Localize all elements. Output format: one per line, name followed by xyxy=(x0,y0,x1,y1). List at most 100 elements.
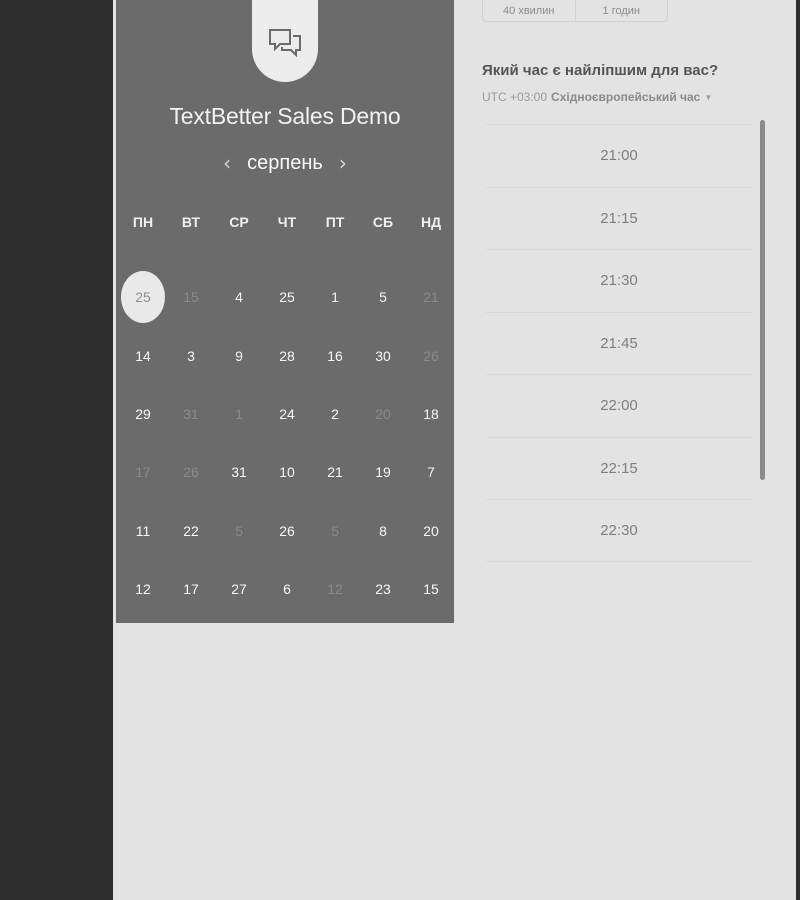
time-slot[interactable]: 22:00 xyxy=(486,374,752,437)
next-month-icon[interactable]: › xyxy=(333,151,353,175)
weekday-label: НД xyxy=(420,214,442,230)
duration-tab-1h[interactable]: 1 годин xyxy=(574,0,668,21)
time-question: Який час є найліпшим для вас? xyxy=(482,62,719,79)
calendar-day-number: 27 xyxy=(231,581,247,598)
calendar-day-number: 3 xyxy=(187,347,195,364)
calendar-day-number: 18 xyxy=(423,405,439,422)
calendar-day[interactable]: 29 xyxy=(119,385,167,443)
time-slot[interactable]: 21:00 xyxy=(486,124,752,187)
calendar-day-number: 31 xyxy=(231,464,247,481)
calendar-day-number: 6 xyxy=(283,581,291,598)
caret-down-icon: ▼ xyxy=(704,92,713,102)
calendar-day: 15 xyxy=(167,268,215,326)
calendar-day[interactable]: 10 xyxy=(263,443,311,501)
calendar-day[interactable]: 4 xyxy=(215,268,263,326)
calendar-day: 21 xyxy=(407,268,455,326)
calendar-day[interactable]: 27 xyxy=(215,560,263,618)
calendar-day[interactable]: 1 xyxy=(311,268,359,326)
calendar-day[interactable]: 12 xyxy=(119,560,167,618)
time-list-scrollbar[interactable] xyxy=(760,120,765,480)
calendar-day-number: 20 xyxy=(375,405,391,422)
calendar-day[interactable]: 5 xyxy=(359,268,407,326)
calendar-day-number: 16 xyxy=(327,347,343,364)
calendar-day-number: 26 xyxy=(423,347,439,364)
time-slot[interactable]: 21:30 xyxy=(486,249,752,312)
calendar-day-number: 12 xyxy=(327,581,343,598)
calendar-day[interactable]: 15 xyxy=(407,560,455,618)
duration-tab-40min[interactable]: 40 хвилин xyxy=(483,0,575,21)
calendar-day[interactable]: 6 xyxy=(263,560,311,618)
timezone-offset: UTC +03:00 xyxy=(482,90,548,104)
calendar-day[interactable]: 19 xyxy=(359,443,407,501)
calendar-day[interactable]: 20 xyxy=(407,502,455,560)
calendar-day: 17 xyxy=(119,443,167,501)
calendar-day: 5 xyxy=(311,502,359,560)
calendar-day[interactable]: 17 xyxy=(167,560,215,618)
calendar-day-number: 21 xyxy=(423,289,439,306)
time-slot[interactable]: 22:15 xyxy=(486,436,752,500)
month-label: серпень xyxy=(247,151,323,174)
weekday-header: ПН ВТ СР ЧТ ПТ СБ НД xyxy=(119,214,455,230)
calendar-day[interactable]: 23 xyxy=(359,560,407,618)
calendar-day: 31 xyxy=(167,385,215,443)
month-navigation: ‹ серпень › xyxy=(116,151,454,175)
calendar-day[interactable]: 3 xyxy=(167,326,215,384)
weekday-label: ВТ xyxy=(181,214,201,230)
timezone-selector[interactable]: UTC +03:00 Східноєвропейський час ▼ xyxy=(482,90,712,104)
calendar-day-number: 29 xyxy=(135,405,151,422)
weekday-label: СБ xyxy=(372,214,394,230)
calendar-day[interactable]: 18 xyxy=(407,385,455,443)
calendar-day-number: 14 xyxy=(135,347,151,364)
prev-month-icon[interactable]: ‹ xyxy=(217,151,237,175)
calendar-day[interactable]: 2 xyxy=(311,385,359,443)
weekday-label: ПТ xyxy=(325,214,345,230)
calendar-day-number: 24 xyxy=(279,405,295,422)
left-dark-strip xyxy=(0,0,113,900)
calendar-day[interactable]: 25 xyxy=(263,268,311,326)
calendar-day-number: 15 xyxy=(423,581,439,598)
calendar-day-number: 11 xyxy=(135,522,151,539)
weekday-label: ПН xyxy=(132,214,154,230)
calendar-day-number: 1 xyxy=(235,405,243,422)
calendar-day[interactable]: 8 xyxy=(359,502,407,560)
calendar-day[interactable]: 21 xyxy=(311,443,359,501)
calendar-day-number: 5 xyxy=(235,522,243,539)
calendar-day: 5 xyxy=(215,502,263,560)
calendar-day[interactable]: 26 xyxy=(263,502,311,560)
calendar-day-number: 17 xyxy=(135,464,151,481)
right-dark-edge xyxy=(796,0,800,900)
weekday-label: ЧТ xyxy=(277,214,297,230)
calendar-day[interactable]: 31 xyxy=(215,443,263,501)
timezone-name: Східноєвропейський час xyxy=(551,90,701,104)
calendar-day: 26 xyxy=(407,326,455,384)
calendar-day-number: 10 xyxy=(279,464,295,481)
time-slot-list: 21:00 21:15 21:30 21:45 22:00 22:15 22:30 xyxy=(486,124,752,562)
scheduler-content: TextBetter Sales Demo ‹ серпень › ПН ВТ СР… xyxy=(113,0,796,900)
calendar-day[interactable]: 16 xyxy=(311,326,359,384)
weekday-label: СР xyxy=(229,214,249,230)
calendar-day[interactable]: 30 xyxy=(359,326,407,384)
calendar-day[interactable]: 7 xyxy=(407,443,455,501)
calendar-day[interactable]: 24 xyxy=(263,385,311,443)
calendar-day-number: 20 xyxy=(423,522,439,539)
calendar-day[interactable]: 14 xyxy=(119,326,167,384)
calendar-day-number: 4 xyxy=(235,289,243,306)
calendar-day-number: 8 xyxy=(379,522,387,539)
calendar-day: 20 xyxy=(359,385,407,443)
calendar-day-selected[interactable]: 25 xyxy=(119,268,167,326)
calendar-day-number: 31 xyxy=(183,405,199,422)
calendar-day[interactable]: 22 xyxy=(167,502,215,560)
calendar-day[interactable]: 28 xyxy=(263,326,311,384)
event-title: TextBetter Sales Demo xyxy=(169,103,401,129)
calendar-day[interactable]: 9 xyxy=(215,326,263,384)
calendar-day-number: 7 xyxy=(427,464,435,481)
calendar-day[interactable]: 11 xyxy=(119,502,167,560)
calendar-day: 1 xyxy=(215,385,263,443)
time-slot[interactable]: 21:45 xyxy=(486,311,752,375)
calendar-day-number: 25 xyxy=(279,289,295,306)
time-slot[interactable]: 21:15 xyxy=(486,186,752,250)
duration-tabs: 40 хвилин 1 годин xyxy=(482,0,668,22)
time-slot[interactable]: 22:30 xyxy=(486,499,752,562)
calendar-day-number: 5 xyxy=(331,522,339,539)
calendar-day-number: 26 xyxy=(279,522,295,539)
